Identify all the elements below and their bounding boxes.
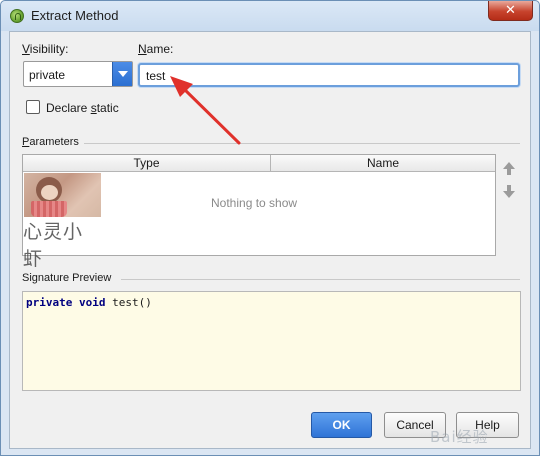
watermark-text: 心灵小虾: [23, 221, 84, 270]
close-button[interactable]: ✕: [488, 1, 533, 21]
name-label: Name:: [138, 42, 174, 56]
name-input-value: test: [146, 69, 166, 83]
parameters-section-label: Parameters: [22, 136, 79, 148]
dialog-content: Visibility: private Name: test Declare s…: [9, 31, 531, 449]
parameters-divider: [84, 143, 520, 144]
name-input[interactable]: test: [138, 63, 520, 87]
declare-static-label[interactable]: Declare static: [46, 101, 119, 115]
window-title: Extract Method: [31, 8, 119, 23]
parameters-table[interactable]: Type Name Nothing to show 心灵小虾: [22, 154, 496, 270]
column-header-type[interactable]: Type: [23, 156, 270, 170]
table-header: Type Name: [23, 155, 495, 172]
declare-static-checkbox[interactable]: [26, 100, 40, 114]
visibility-selected-value: private: [29, 68, 66, 82]
ok-button[interactable]: OK: [311, 412, 372, 438]
visibility-select[interactable]: private: [23, 61, 133, 87]
column-header-name[interactable]: Name: [271, 156, 495, 170]
move-down-icon[interactable]: [500, 183, 518, 201]
signature-preview-divider: [121, 279, 520, 280]
chevron-down-icon[interactable]: [112, 62, 132, 86]
android-studio-icon: [10, 9, 24, 23]
signature-preview-box: private void test(): [22, 291, 521, 391]
baidu-watermark: Bai经验: [430, 428, 489, 446]
signature-preview-label: Signature Preview: [22, 272, 112, 284]
title-bar[interactable]: Extract Method ✕: [1, 1, 539, 31]
watermark-image: 心灵小虾: [23, 173, 101, 270]
move-up-icon[interactable]: [500, 160, 518, 178]
watermark-photo: [24, 173, 101, 217]
extract-method-dialog: Extract Method ✕ Visibility: private Nam…: [0, 0, 540, 456]
visibility-label: Visibility:: [22, 42, 69, 56]
signature-code: private void test(): [26, 296, 152, 309]
empty-table-message: Nothing to show: [211, 196, 298, 210]
